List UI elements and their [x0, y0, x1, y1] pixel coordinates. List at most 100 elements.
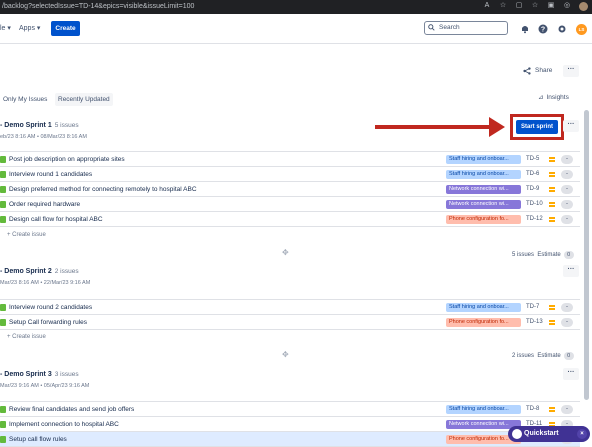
sprint-2-issue-list: Interview round 2 candidates Staff hirin… — [0, 299, 580, 330]
table-row[interactable]: Design call flow for hospital ABC Phone … — [0, 212, 580, 227]
table-row[interactable]: Post job description on appropriate site… — [0, 152, 580, 167]
priority-medium-icon — [548, 170, 556, 178]
table-row[interactable]: Implement connection to hospital ABC Net… — [0, 417, 580, 432]
start-sprint-button[interactable]: Start sprint — [516, 120, 558, 134]
epic-label[interactable]: Phone configuration fo... — [446, 215, 521, 224]
favorites-icon[interactable]: ☆ — [531, 2, 539, 10]
priority-medium-icon — [548, 318, 556, 326]
user-avatar[interactable]: LS — [576, 24, 587, 35]
issue-key[interactable]: TD-6 — [526, 167, 539, 182]
priority-medium-icon — [548, 185, 556, 193]
estimate-badge[interactable]: - — [561, 215, 573, 224]
issue-key[interactable]: TD-13 — [526, 315, 543, 330]
table-row[interactable]: Interview round 1 candidates Staff hirin… — [0, 167, 580, 182]
estimate-badge[interactable]: - — [561, 200, 573, 209]
drag-handle-icon[interactable]: ✥ — [282, 350, 289, 359]
story-icon — [0, 421, 6, 428]
table-row[interactable]: Design preferred method for connecting r… — [0, 182, 580, 197]
issue-key[interactable]: TD-7 — [526, 300, 539, 315]
table-row[interactable]: Interview round 2 candidates Staff hirin… — [0, 300, 580, 315]
quickstart-button[interactable]: Quickstart × — [508, 426, 590, 442]
sprint-1-title[interactable]: - Demo Sprint 15 issues — [0, 122, 79, 129]
sprint-1-summary: 5 issues Estimate 0 — [512, 251, 574, 259]
filter-only-my-issues[interactable]: Only My Issues — [0, 93, 50, 106]
table-row[interactable]: Setup Call forwarding rules Phone config… — [0, 315, 580, 330]
estimate-badge[interactable]: - — [561, 318, 573, 327]
url-text[interactable]: /backlog?selectedIssue=TD-14&epics=visib… — [2, 3, 194, 10]
sprint-1-dates: eb/23 8:16 AM • 08/Mar/23 8:16 AM — [0, 134, 87, 140]
estimate-badge[interactable]: - — [561, 405, 573, 414]
priority-medium-icon — [548, 303, 556, 311]
sprint-3-issue-list: Review final candidates and send job off… — [0, 401, 580, 447]
sprint-1-issue-list: Post job description on appropriate site… — [0, 151, 580, 227]
issue-key[interactable]: TD-9 — [526, 182, 539, 197]
issue-key[interactable]: TD-12 — [526, 212, 543, 227]
nav-apps[interactable]: Apps ▾ — [19, 24, 40, 32]
search-placeholder: Search — [439, 24, 460, 31]
story-icon — [0, 406, 6, 413]
extensions-icon[interactable]: ◎ — [563, 2, 571, 10]
estimate-badge[interactable]: - — [561, 170, 573, 179]
epic-label[interactable]: Staff hiring and onboar... — [446, 303, 521, 312]
epic-label[interactable]: Staff hiring and onboar... — [446, 155, 521, 164]
sprint-3-more-button[interactable]: ··· — [563, 368, 579, 380]
nav-item-partial[interactable]: le ▾ — [0, 24, 11, 32]
epic-label[interactable]: Network connection wi... — [446, 200, 521, 209]
story-icon — [0, 304, 6, 311]
more-actions-button[interactable]: ··· — [563, 65, 579, 77]
table-row[interactable]: Order required hardware Network connecti… — [0, 197, 580, 212]
read-aloud-icon[interactable]: A — [483, 2, 491, 10]
epic-label[interactable]: Staff hiring and onboar... — [446, 170, 521, 179]
insights-button[interactable]: ⊿ Insights — [538, 93, 569, 101]
search-input[interactable]: Search — [424, 21, 508, 35]
insights-icon: ⊿ — [538, 94, 544, 101]
create-button[interactable]: Create — [51, 21, 80, 36]
annotation-arrow-head — [489, 117, 505, 137]
table-row-selected[interactable]: Setup call flow rules Phone configuratio… — [0, 432, 580, 447]
story-icon — [0, 156, 6, 163]
sprint-1-create-issue[interactable]: + Create issue — [7, 232, 46, 238]
estimate-badge[interactable]: - — [561, 303, 573, 312]
vertical-scrollbar[interactable] — [584, 110, 589, 400]
priority-medium-icon — [548, 200, 556, 208]
collections-icon[interactable]: ▣ — [547, 2, 555, 10]
table-row[interactable]: Review final candidates and send job off… — [0, 402, 580, 417]
story-icon — [0, 436, 6, 443]
browser-url-bar[interactable]: /backlog?selectedIssue=TD-14&epics=visib… — [0, 0, 592, 14]
sprint-2-create-issue[interactable]: + Create issue — [7, 334, 46, 340]
priority-medium-icon — [548, 405, 556, 413]
share-icon[interactable] — [523, 67, 531, 75]
settings-icon[interactable] — [557, 24, 567, 34]
browser-toolbar-icons: A ☆ ▢ ☆ ▣ ◎ — [483, 2, 588, 11]
help-icon[interactable]: ? — [538, 24, 548, 34]
quickstart-icon — [512, 429, 522, 439]
close-icon[interactable]: × — [577, 429, 587, 439]
split-screen-icon[interactable]: ▢ — [515, 2, 523, 10]
annotation-arrow — [375, 125, 495, 129]
favorite-icon[interactable]: ☆ — [499, 2, 507, 10]
sprint-3-dates: Mar/23 9:16 AM • 05/Apr/23 9:16 AM — [0, 383, 90, 389]
estimate-badge[interactable]: - — [561, 185, 573, 194]
epic-label[interactable]: Network connection wi... — [446, 185, 521, 194]
estimate-badge[interactable]: - — [561, 155, 573, 164]
epic-label[interactable]: Staff hiring and onboar... — [446, 405, 521, 414]
issue-key[interactable]: TD-8 — [526, 402, 539, 417]
drag-handle-icon[interactable]: ✥ — [282, 248, 289, 257]
priority-medium-icon — [548, 155, 556, 163]
sprint-2-more-button[interactable]: ··· — [563, 265, 579, 277]
notifications-icon[interactable] — [520, 24, 530, 34]
share-button[interactable]: Share — [535, 67, 552, 74]
sprint-3-title[interactable]: - Demo Sprint 33 issues — [0, 371, 79, 378]
issue-key[interactable]: TD-10 — [526, 197, 543, 212]
issue-key[interactable]: TD-5 — [526, 152, 539, 167]
story-icon — [0, 201, 6, 208]
sprint-2-title[interactable]: - Demo Sprint 22 issues — [0, 268, 79, 275]
filter-recently-updated[interactable]: Recently Updated — [55, 93, 113, 106]
sprint-1-more-button[interactable]: ··· — [563, 120, 579, 132]
story-icon — [0, 171, 6, 178]
browser-profile-avatar[interactable] — [579, 2, 588, 11]
story-icon — [0, 319, 6, 326]
svg-text:?: ? — [541, 27, 545, 34]
epic-label[interactable]: Phone configuration fo... — [446, 318, 521, 327]
sprint-2-summary: 2 issues Estimate 0 — [512, 352, 574, 360]
